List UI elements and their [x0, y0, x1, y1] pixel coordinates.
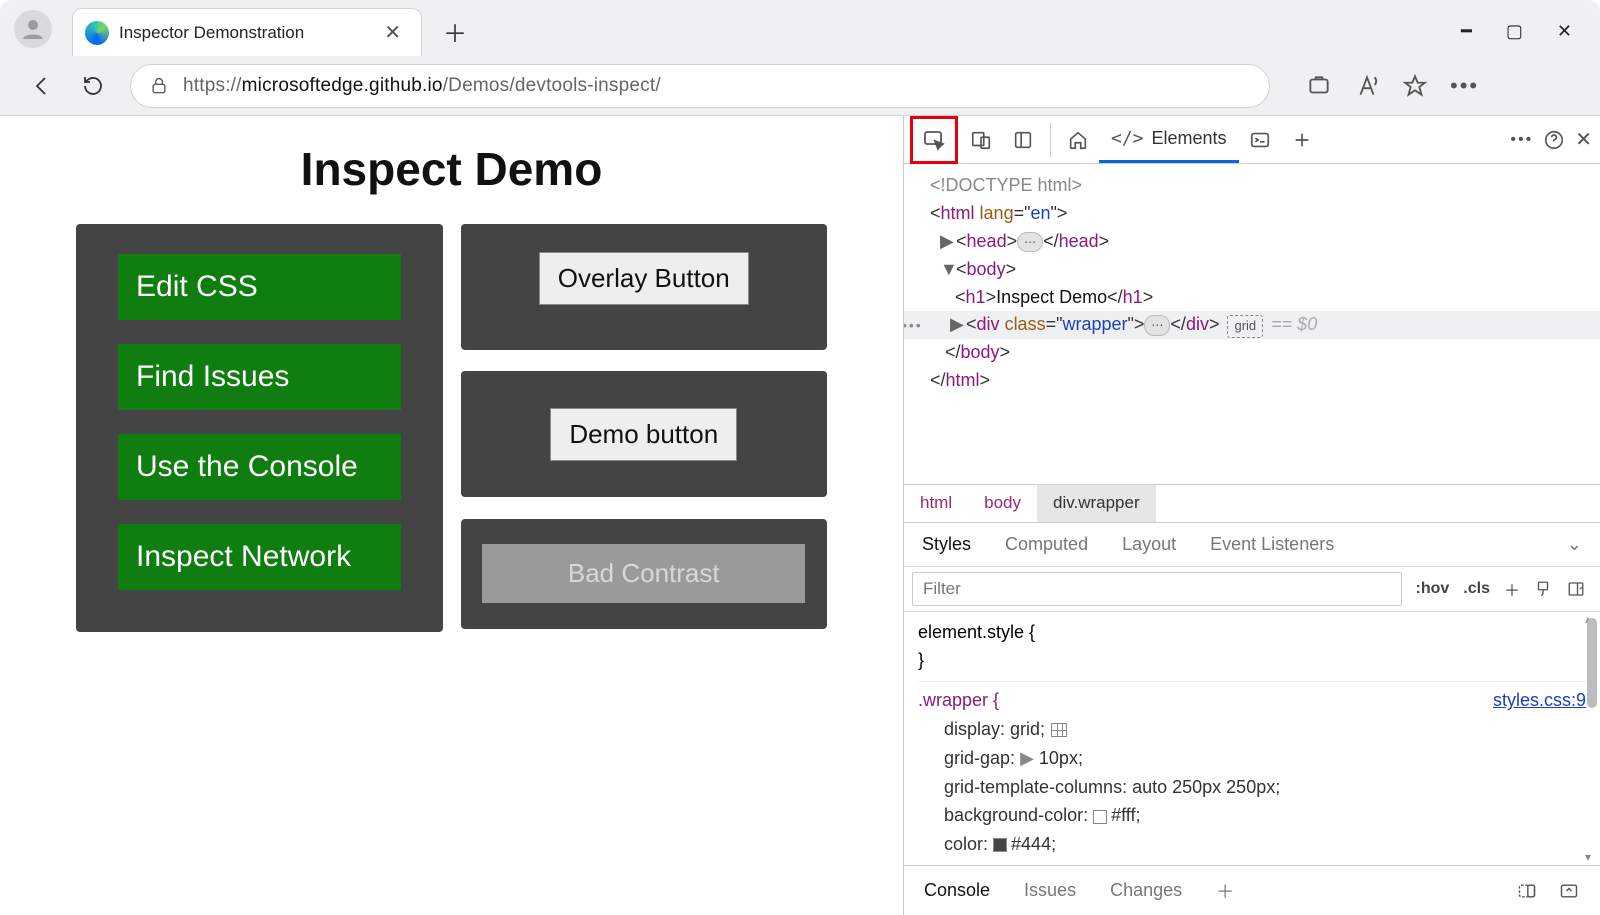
crumb-wrapper[interactable]: div.wrapper — [1037, 485, 1156, 522]
favorite-icon[interactable] — [1402, 73, 1428, 99]
link-use-console[interactable]: Use the Console — [118, 434, 401, 500]
link-inspect-network[interactable]: Inspect Network — [118, 524, 401, 590]
hov-toggle[interactable]: :hov — [1416, 580, 1450, 598]
rules-scrollbar[interactable]: ▴▾ — [1584, 612, 1598, 865]
card-overlay: Overlay Button — [461, 224, 828, 350]
card-bad: Bad Contrast — [461, 519, 828, 629]
drawer-changes[interactable]: Changes — [1110, 880, 1182, 901]
url-box[interactable]: https://microsoftedge.github.io/Demos/de… — [130, 64, 1270, 108]
tab-event-listeners[interactable]: Event Listeners — [1210, 534, 1334, 555]
expand-drawer-icon[interactable] — [1558, 881, 1580, 901]
devtools-tabstrip: </> Elements ••• ✕ — [904, 116, 1600, 164]
stylesheet-link[interactable]: styles.css:9 — [1493, 686, 1586, 715]
minimize-icon[interactable]: ━ — [1461, 21, 1472, 42]
toolbar-right: ••• — [1306, 73, 1476, 99]
devtools-panel: </> Elements ••• ✕ <!DOCTYPE html> <html… — [903, 116, 1600, 915]
rendered-page: Inspect Demo Overlay Button Edit CSS Fin… — [0, 116, 903, 915]
add-tab-button[interactable] — [1281, 119, 1323, 161]
url-text: https://microsoftedge.github.io/Demos/de… — [183, 75, 661, 97]
computed-panel-icon[interactable] — [1566, 580, 1586, 598]
dock-icon[interactable] — [1516, 881, 1538, 901]
back-button[interactable] — [30, 73, 56, 99]
dom-tree[interactable]: <!DOCTYPE html> <html lang="en"> ▶<head>… — [904, 164, 1600, 484]
drawer-issues[interactable]: Issues — [1024, 880, 1076, 901]
new-tab-button[interactable]: ＋ — [436, 12, 474, 50]
tab-layout[interactable]: Layout — [1122, 534, 1176, 555]
style-rules[interactable]: ▴▾ element.style { } styles.css:9 .wrapp… — [904, 612, 1600, 865]
console-tab-icon[interactable] — [1239, 119, 1281, 161]
card-demo: Demo button — [461, 371, 828, 497]
close-window-icon[interactable]: ✕ — [1557, 21, 1572, 42]
dom-selected-node[interactable]: ▶<div class="wrapper">⋯</div>grid== $0 — [904, 311, 1600, 339]
card-links: Edit CSS Find Issues Use the Console Ins… — [76, 224, 443, 632]
devtools-close-icon[interactable]: ✕ — [1575, 127, 1592, 152]
browser-titlebar: Inspector Demonstration ✕ ＋ ━ ▢ ✕ — [0, 0, 1600, 56]
overlay-button[interactable]: Overlay Button — [539, 252, 749, 305]
welcome-tab[interactable] — [1057, 119, 1099, 161]
app-icon[interactable] — [1306, 73, 1332, 99]
lock-icon — [149, 76, 169, 96]
demo-wrapper: Overlay Button Edit CSS Find Issues Use … — [10, 224, 893, 632]
more-icon[interactable]: ••• — [1450, 73, 1476, 99]
demo-button[interactable]: Demo button — [550, 408, 737, 461]
help-icon[interactable] — [1543, 129, 1565, 151]
paint-icon[interactable] — [1534, 580, 1552, 598]
address-bar: https://microsoftedge.github.io/Demos/de… — [0, 56, 1600, 116]
drawer-add-icon[interactable]: ＋ — [1216, 878, 1234, 904]
inspect-element-button[interactable] — [910, 116, 958, 164]
styles-more-icon[interactable]: ⌄ — [1567, 534, 1582, 555]
tab-close-icon[interactable]: ✕ — [378, 18, 407, 47]
link-find-issues[interactable]: Find Issues — [118, 344, 401, 410]
window-controls: ━ ▢ ✕ — [1461, 21, 1592, 56]
devtools-more-icon[interactable]: ••• — [1510, 131, 1533, 149]
profile-avatar[interactable] — [14, 10, 52, 48]
read-aloud-icon[interactable] — [1354, 73, 1380, 99]
link-edit-css[interactable]: Edit CSS — [118, 254, 401, 320]
new-style-rule-icon[interactable]: ＋ — [1504, 577, 1520, 601]
bad-contrast-button[interactable]: Bad Contrast — [482, 544, 805, 603]
device-emulation-button[interactable] — [960, 119, 1002, 161]
tab-title: Inspector Demonstration — [119, 23, 304, 43]
crumb-body[interactable]: body — [968, 485, 1037, 522]
maximize-icon[interactable]: ▢ — [1506, 21, 1523, 42]
tab-styles[interactable]: Styles — [922, 534, 971, 555]
styles-toolbar: :hov .cls ＋ — [904, 567, 1600, 611]
styles-tabstrip: Styles Computed Layout Event Listeners ⌄ — [904, 523, 1600, 567]
browser-tab[interactable]: Inspector Demonstration ✕ — [72, 8, 422, 56]
reload-button[interactable] — [80, 73, 106, 99]
screencast-button[interactable] — [1002, 119, 1044, 161]
drawer-console[interactable]: Console — [924, 880, 990, 901]
styles-filter-input[interactable] — [912, 572, 1402, 606]
elements-tab[interactable]: </> Elements — [1099, 117, 1239, 163]
crumb-html[interactable]: html — [904, 485, 968, 522]
page-title: Inspect Demo — [10, 142, 893, 196]
edge-icon — [85, 21, 109, 45]
cls-toggle[interactable]: .cls — [1463, 580, 1490, 598]
dom-breadcrumbs: html body div.wrapper — [904, 484, 1600, 523]
drawer-tabstrip: Console Issues Changes ＋ — [904, 865, 1600, 915]
tab-computed[interactable]: Computed — [1005, 534, 1088, 555]
